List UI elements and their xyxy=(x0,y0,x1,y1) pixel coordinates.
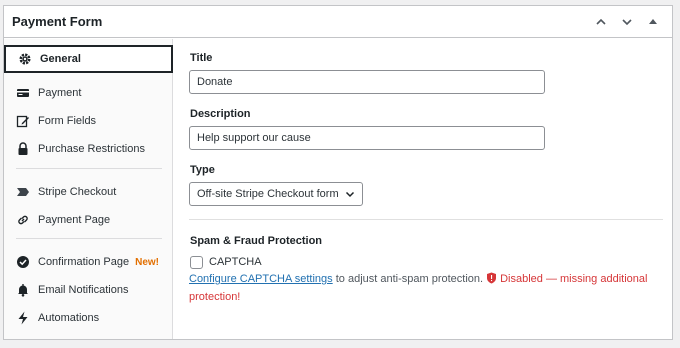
sidebar-divider xyxy=(16,238,162,239)
general-settings-panel: Title Donate Description Help support ou… xyxy=(186,39,663,339)
sidebar-item-purchase-restrictions[interactable]: Purchase Restrictions xyxy=(4,135,173,163)
section-divider xyxy=(189,219,663,220)
payment-form-metabox: Payment Form General Payment Form Fields… xyxy=(3,5,673,340)
sidebar-divider xyxy=(16,168,162,169)
chevron-up-icon[interactable] xyxy=(590,11,612,33)
description-input[interactable]: Help support our cause xyxy=(189,126,545,150)
header-controls xyxy=(590,6,664,38)
sidebar-item-automations[interactable]: Automations xyxy=(4,304,173,332)
sidebar-item-stripe-checkout[interactable]: Stripe Checkout xyxy=(4,178,173,206)
shield-alert-icon xyxy=(486,272,497,289)
type-select[interactable]: Off-site Stripe Checkout form xyxy=(189,182,363,206)
triangle-up-icon[interactable] xyxy=(642,11,664,33)
title-label: Title xyxy=(190,52,213,64)
title-input[interactable]: Donate xyxy=(189,70,545,94)
sidebar-item-payment[interactable]: Payment xyxy=(4,79,173,107)
configure-captcha-link[interactable]: Configure CAPTCHA settings xyxy=(189,273,333,285)
metabox-header: Payment Form xyxy=(4,6,672,38)
sidebar-item-email-notifications[interactable]: Email Notifications xyxy=(4,276,173,304)
link-icon xyxy=(16,213,30,227)
spam-protection-heading: Spam & Fraud Protection xyxy=(190,235,323,247)
metabox-body: General Payment Form Fields Purchase Res… xyxy=(4,39,672,339)
bolt-icon xyxy=(16,311,30,325)
sidebar-item-label: Payment Page xyxy=(38,214,111,226)
sidebar-item-label: Confirmation Page xyxy=(38,256,130,268)
gear-icon xyxy=(18,52,32,66)
sidebar-item-label: Email Notifications xyxy=(38,284,129,296)
sidebar-item-general[interactable]: General xyxy=(4,45,173,73)
sidebar-item-label: Automations xyxy=(38,312,100,324)
type-select-value: Off-site Stripe Checkout form xyxy=(197,188,339,200)
settings-sidebar: General Payment Form Fields Purchase Res… xyxy=(4,39,173,339)
sidebar-item-label: Purchase Restrictions xyxy=(38,143,145,155)
sidebar-item-payment-page[interactable]: Payment Page xyxy=(4,206,173,234)
type-label: Type xyxy=(190,164,215,176)
sidebar-item-label: General xyxy=(40,53,81,65)
credit-card-icon xyxy=(16,86,30,100)
check-circle-icon xyxy=(16,255,30,269)
sidebar-item-confirmation-page[interactable]: Confirmation Page New! xyxy=(4,248,173,276)
captcha-help-text: Configure CAPTCHA settings to adjust ant… xyxy=(189,271,649,305)
captcha-label: CAPTCHA xyxy=(209,256,262,268)
bell-icon xyxy=(16,283,30,297)
sidebar-item-label: Stripe Checkout xyxy=(38,186,117,198)
sidebar-item-label: Form Fields xyxy=(38,115,97,127)
captcha-checkbox[interactable] xyxy=(190,256,203,269)
chevron-down-icon[interactable] xyxy=(616,11,638,33)
description-label: Description xyxy=(190,108,251,120)
metabox-title: Payment Form xyxy=(12,14,103,29)
lock-icon xyxy=(16,142,30,156)
captcha-help-suffix: to adjust anti-spam protection. xyxy=(332,273,484,285)
sidebar-item-form-fields[interactable]: Form Fields xyxy=(4,107,173,135)
chevron-down-icon xyxy=(345,189,355,199)
sidebar-item-label: Payment xyxy=(38,87,82,99)
stripe-icon xyxy=(16,185,30,199)
edit-icon xyxy=(16,114,30,128)
new-badge: New! xyxy=(135,256,160,268)
